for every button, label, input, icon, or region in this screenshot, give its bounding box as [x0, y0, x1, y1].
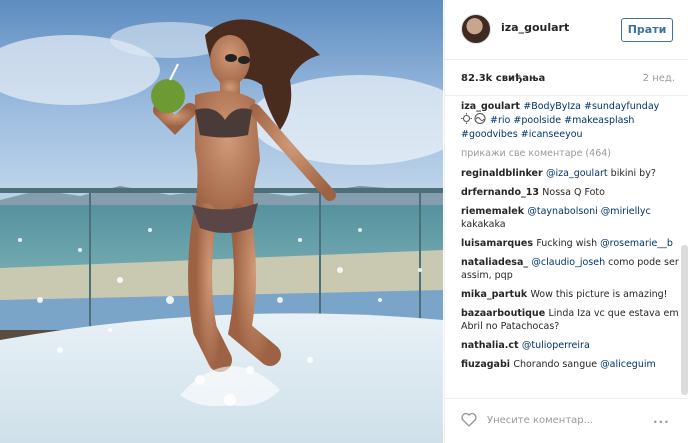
comment: mika_partuk Wow this picture is amazing!	[461, 288, 679, 301]
caption: iza_goulart #BodyByIza #sundayfunday #ri…	[461, 100, 679, 141]
comment-input[interactable]	[487, 410, 642, 430]
hashtag[interactable]: #poolside	[513, 115, 561, 126]
mention[interactable]: @claudio_joseh	[531, 257, 605, 268]
mention[interactable]: @tulioperreira	[522, 340, 590, 351]
like-heart-icon	[461, 412, 477, 427]
comment-text: kakakaka	[461, 219, 506, 230]
comment: nataliadesa_ @claudio_joseh como pode se…	[461, 256, 679, 282]
load-more-comments[interactable]: прикажи све коментаре (464)	[461, 147, 679, 160]
comment-text: bikini by?	[607, 168, 656, 179]
likes-count[interactable]: 82.3k свиђања	[461, 73, 545, 84]
comments-scrollbar[interactable]	[681, 245, 688, 395]
comment-user[interactable]: fiuzagabi	[461, 359, 513, 370]
post-image	[0, 0, 443, 443]
comments-list: iza_goulart #BodyByIza #sundayfunday #ri…	[461, 100, 679, 398]
comment-user[interactable]: luisamarques	[461, 238, 536, 249]
comment-user[interactable]: mika_partuk	[461, 289, 530, 300]
avatar[interactable]	[461, 14, 491, 44]
mention[interactable]: @taynabolsoni @miriellyc	[527, 206, 650, 217]
hashtag[interactable]: #icanseeyou	[521, 129, 583, 140]
hashtag[interactable]: #rio	[490, 115, 510, 126]
comment: fiuzagabi Chorando sangue @aliceguim	[461, 358, 679, 371]
post-side-panel: iza_goulart Прати 82.3k свиђања 2 нед. i…	[444, 0, 688, 443]
comment-text: Fucking wish	[536, 238, 601, 249]
comment-text: Wow this picture is amazing!	[530, 289, 668, 300]
hashtag[interactable]: #makeasplash	[564, 115, 634, 126]
comment-text: Chorando sangue	[513, 359, 601, 370]
more-options-button[interactable]: ...	[653, 412, 670, 426]
sun-and-wave-emoji-icon	[461, 112, 486, 125]
post-photo[interactable]	[0, 0, 443, 443]
post-time[interactable]: 2 нед.	[643, 73, 675, 84]
mention[interactable]: @aliceguim	[600, 359, 656, 370]
comment: bazaarboutique Linda Iza vc que estava e…	[461, 307, 679, 333]
post-footer: ...	[445, 398, 688, 443]
comment: nathalia.ct @tulioperreira	[461, 339, 679, 352]
hashtag[interactable]: #BodyByIza	[523, 101, 581, 112]
hashtag[interactable]: #goodvibes	[461, 129, 518, 140]
heart-icon[interactable]	[461, 412, 477, 431]
emoji-icons	[461, 112, 487, 128]
comment-user[interactable]: drfernando_13	[461, 187, 542, 198]
comment: luisamarques Fucking wish @rosemarie__b	[461, 237, 679, 250]
comment: riememalek @taynabolsoni @miriellyc kaka…	[461, 205, 679, 231]
mention[interactable]: @rosemarie__b	[600, 238, 673, 249]
comment-user[interactable]: nataliadesa_	[461, 257, 531, 268]
comment-text: Nossa Q Foto	[542, 187, 605, 198]
comment-user[interactable]: riememalek	[461, 206, 527, 217]
hashtag[interactable]: #sundayfunday	[584, 101, 659, 112]
mention[interactable]: @iza_goulart	[546, 168, 608, 179]
caption-user[interactable]: iza_goulart	[461, 101, 523, 112]
comment-user[interactable]: nathalia.ct	[461, 340, 522, 351]
follow-button[interactable]: Прати	[621, 18, 673, 42]
comment: drfernando_13 Nossa Q Foto	[461, 186, 679, 199]
comment-user[interactable]: bazaarboutique	[461, 308, 548, 319]
comment-user[interactable]: reginaldblinker	[461, 168, 546, 179]
post-meta: 82.3k свиђања 2 нед.	[445, 60, 688, 96]
post-header: iza_goulart Прати	[445, 0, 688, 60]
owner-username[interactable]: iza_goulart	[501, 21, 569, 34]
comment: reginaldblinker @iza_goulart bikini by?	[461, 167, 679, 180]
